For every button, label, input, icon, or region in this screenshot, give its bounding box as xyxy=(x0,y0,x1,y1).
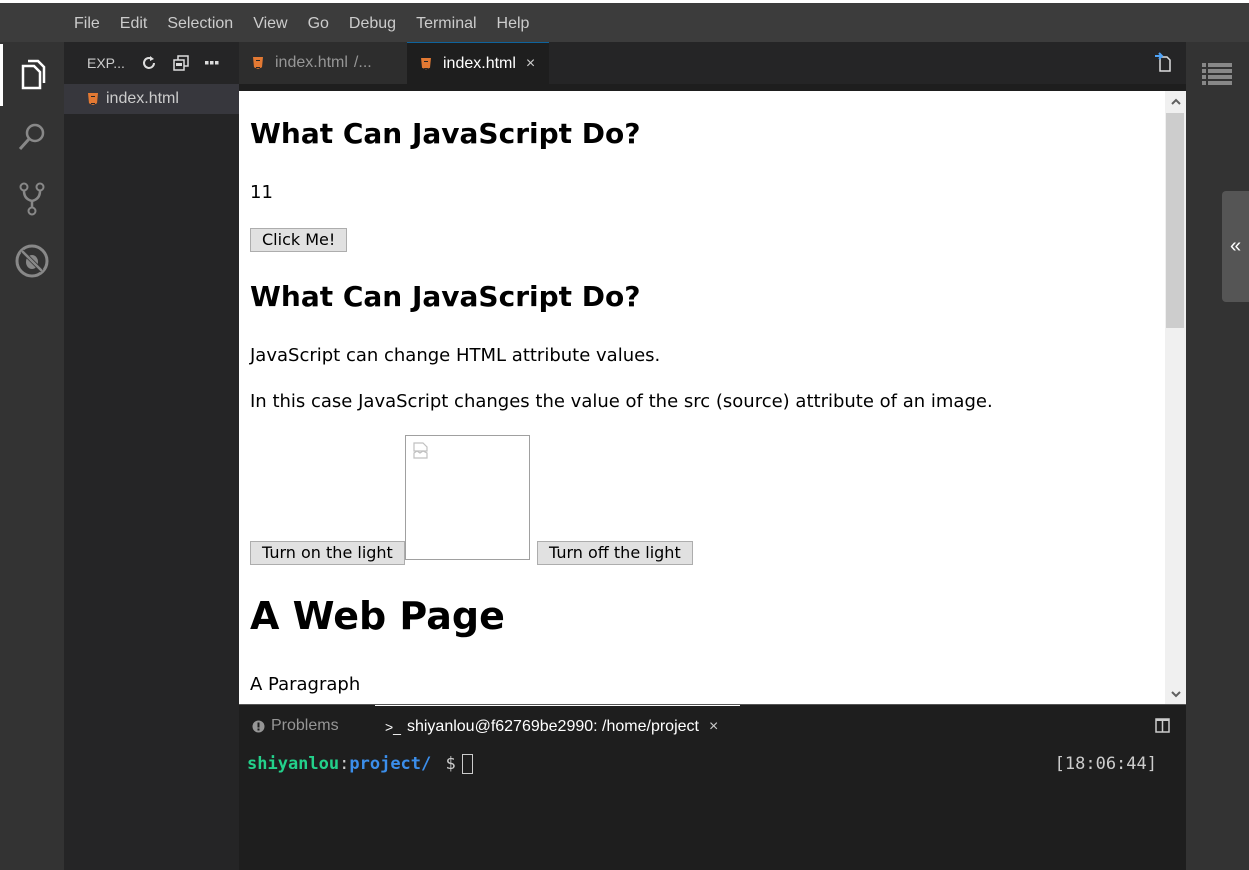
menu-items: File Edit Selection View Go Debug Termin… xyxy=(64,3,539,45)
file-name: index.html xyxy=(106,90,179,107)
paragraph-src-change: In this case JavaScript changes the valu… xyxy=(250,391,993,412)
activity-source-control[interactable] xyxy=(0,168,64,230)
tab-path-suffix: /... xyxy=(353,54,372,71)
scroll-down-button[interactable] xyxy=(1165,684,1186,704)
prompt-dollar: $ xyxy=(445,754,456,774)
menu-selection[interactable]: Selection xyxy=(157,4,243,44)
menu-file[interactable]: File xyxy=(64,4,110,44)
menu-view[interactable]: View xyxy=(243,4,297,44)
more-actions-button[interactable] xyxy=(204,60,219,66)
html5-icon xyxy=(421,57,431,70)
expand-right-panel-button[interactable]: « xyxy=(1222,191,1249,302)
heading-what-can-js-do: What Can JavaScript Do? xyxy=(250,117,641,150)
tab-label: index.html xyxy=(443,54,516,72)
preview-scrollbar[interactable] xyxy=(1165,91,1186,704)
heading-what-can-js-do-2: What Can JavaScript Do? xyxy=(250,280,641,313)
activity-debug[interactable] xyxy=(0,230,64,292)
terminal-clock: [18:06:44] xyxy=(1054,754,1157,774)
split-panel-icon xyxy=(1155,718,1170,733)
editor-tabs: index.html /... index.html × xyxy=(239,42,1186,84)
terminal-icon: >_ xyxy=(385,718,401,735)
file-item-index-html[interactable]: index.html xyxy=(64,84,239,114)
activity-bar xyxy=(0,42,64,870)
tab-close-button[interactable]: × xyxy=(526,55,535,73)
source-control-icon xyxy=(19,182,45,216)
collapse-all-icon xyxy=(173,55,189,71)
tab-index-html-source[interactable]: index.html /... xyxy=(239,42,407,84)
search-icon xyxy=(18,123,45,151)
scroll-thumb[interactable] xyxy=(1166,113,1184,328)
explorer-header: EXP... xyxy=(64,42,239,84)
menu-help[interactable]: Help xyxy=(487,4,540,44)
bottom-panel: Problems >_ shiyanlou@f62769be2990: /hom… xyxy=(239,704,1186,870)
menu-terminal[interactable]: Terminal xyxy=(406,4,486,44)
outline-list-icon xyxy=(1202,63,1232,85)
menu-go[interactable]: Go xyxy=(298,4,339,44)
menu-bar: File Edit Selection View Go Debug Termin… xyxy=(0,0,1249,42)
turn-off-light-button[interactable]: Turn off the light xyxy=(537,541,693,565)
html5-icon xyxy=(88,93,98,105)
refresh-icon xyxy=(142,56,155,69)
files-icon xyxy=(21,59,45,90)
prompt-user: shiyanlou xyxy=(247,754,340,774)
double-chevron-left-icon: « xyxy=(1229,235,1242,257)
click-me-button[interactable]: Click Me! xyxy=(250,228,348,252)
terminal-label: shiyanlou@f62769be2990: /home/project xyxy=(406,717,699,735)
info-circle-icon xyxy=(252,720,265,732)
prompt-path: project/ xyxy=(349,754,432,774)
tab-index-html-preview[interactable]: index.html × xyxy=(407,42,549,84)
html5-icon xyxy=(253,57,263,69)
debug-icon xyxy=(15,244,49,278)
paragraph-attribute-values: JavaScript can change HTML attribute val… xyxy=(250,345,661,366)
collapse-all-button[interactable] xyxy=(173,55,189,71)
tab-bar-fill xyxy=(549,42,1186,84)
terminal-cursor xyxy=(461,754,473,774)
menu-edit[interactable]: Edit xyxy=(110,4,158,44)
activity-search[interactable] xyxy=(0,106,64,168)
tab-label: index.html xyxy=(275,54,348,71)
html-preview: What Can JavaScript Do? 11 Click Me! Wha… xyxy=(239,91,1165,704)
tab-strip-border xyxy=(239,84,1186,91)
open-source-button[interactable] xyxy=(1154,52,1172,77)
scroll-up-button[interactable] xyxy=(1165,91,1186,111)
bulb-image xyxy=(405,435,530,560)
explorer-sidebar: EXP... index.html xyxy=(64,42,239,870)
ellipsis-icon xyxy=(204,61,219,65)
outline-button[interactable] xyxy=(1202,62,1232,91)
maximize-panel-button[interactable] xyxy=(1155,718,1170,738)
chevron-up-icon xyxy=(1170,98,1181,105)
menu-debug[interactable]: Debug xyxy=(339,4,406,44)
chevron-down-icon xyxy=(1170,690,1181,697)
refresh-button[interactable] xyxy=(141,55,157,71)
broken-image-icon xyxy=(413,442,428,459)
panel-tabs: Problems >_ shiyanlou@f62769be2990: /hom… xyxy=(239,705,1186,747)
explorer-title: EXP... xyxy=(87,55,125,71)
problems-label: Problems xyxy=(271,717,339,734)
open-source-icon xyxy=(1155,52,1171,72)
prompt-colon: : xyxy=(339,754,350,774)
counter-text: 11 xyxy=(250,182,273,203)
heading-a-web-page: A Web Page xyxy=(250,594,505,638)
terminal-output[interactable]: shiyanlou:project/ $ [18:06:44] xyxy=(239,747,1186,787)
right-sidebar: « xyxy=(1186,42,1249,870)
tab-terminal[interactable]: >_ shiyanlou@f62769be2990: /home/project… xyxy=(375,705,740,747)
terminal-close-button[interactable]: × xyxy=(709,718,718,736)
turn-on-light-button[interactable]: Turn on the light xyxy=(250,541,405,565)
tab-problems[interactable]: Problems xyxy=(239,705,375,747)
paragraph-a-paragraph: A Paragraph xyxy=(250,674,361,695)
activity-explorer[interactable] xyxy=(0,44,64,106)
